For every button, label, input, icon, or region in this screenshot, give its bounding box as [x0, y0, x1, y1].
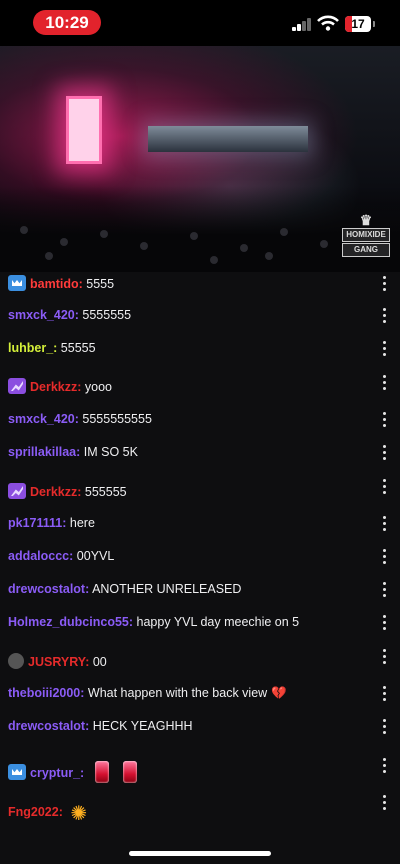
chat-username[interactable]: Derkkzz: [30, 485, 81, 499]
chat-username[interactable]: bamtido: [30, 277, 83, 291]
more-options-icon[interactable] [382, 548, 386, 564]
more-options-icon[interactable] [382, 794, 386, 810]
status-bar: 10:29 17 [0, 0, 400, 46]
chat-username[interactable]: smxck_420: [8, 412, 79, 426]
more-options-icon[interactable] [382, 757, 386, 773]
chat-username[interactable]: drewcostalot: [8, 719, 89, 733]
crown-badge-icon [8, 275, 26, 291]
more-options-icon[interactable] [382, 515, 386, 531]
more-options-icon[interactable] [382, 307, 386, 323]
chat-username[interactable]: pk171111: [8, 516, 66, 530]
chat-message: addaloccc: 00YVL [8, 548, 368, 564]
watermark-line-2: GANG [342, 243, 390, 257]
stage-screen [66, 96, 102, 164]
more-options-icon[interactable] [382, 411, 386, 427]
chat-message: Fng2022: ✺ [8, 803, 368, 825]
chat-username[interactable]: Holmez_dubcinco55: [8, 615, 133, 629]
chat-text: 55555 [60, 341, 96, 355]
battery-icon: 17 [345, 16, 375, 32]
cellular-signal-icon [292, 17, 314, 31]
channel-watermark-logo: ♛ HOMIXIDE GANG [342, 213, 390, 267]
chat-username[interactable]: Derkkzz: [30, 380, 81, 394]
crowd [0, 186, 400, 272]
clock: 10:29 [33, 10, 101, 35]
battery-level: 17 [351, 17, 365, 31]
chat-username[interactable]: Fng2022: [8, 805, 63, 819]
chat-text: yooo [84, 380, 113, 394]
more-options-icon[interactable] [382, 718, 386, 734]
chat-text: happy YVL day meechie on 5 [136, 615, 300, 629]
chat-message: JUSRYRY: 00 [8, 653, 368, 670]
more-options-icon[interactable] [382, 478, 386, 494]
chat-username[interactable]: sprillakillaa: [8, 445, 80, 459]
prime-badge-icon [8, 483, 26, 499]
chat-text: 00 [92, 655, 107, 669]
bottle-emote-icon [122, 761, 137, 783]
chat-list[interactable]: bamtido: 5555 smxck_420: 5555555 luhber_… [0, 272, 400, 844]
chat-message: theboiii2000: What happen with the back … [8, 685, 368, 701]
chat-text: What happen with the back view [87, 686, 268, 700]
chat-text: 00YVL [76, 549, 115, 563]
chat-username[interactable]: drewcostalot: [8, 582, 89, 596]
chat-username[interactable]: addaloccc: [8, 549, 73, 563]
chat-text: here [69, 516, 95, 530]
chat-text: 5555555 [82, 308, 132, 322]
video-player[interactable]: ♛ HOMIXIDE GANG [0, 46, 400, 272]
chat-message: drewcostalot: ANOTHER UNRELEASED [8, 581, 368, 597]
chat-text: IM SO 5K [83, 445, 138, 459]
chat-message: Holmez_dubcinco55: happy YVL day meechie… [8, 614, 368, 630]
more-options-icon[interactable] [382, 685, 386, 701]
more-options-icon[interactable] [382, 444, 386, 460]
chat-message: cryptur_: [8, 761, 368, 783]
watermark-line-1: HOMIXIDE [342, 228, 390, 242]
bottle-emote-icon [94, 761, 109, 783]
avatar-badge-icon [8, 653, 24, 669]
chat-text: ANOTHER UNRELEASED [92, 582, 242, 596]
more-options-icon[interactable] [382, 340, 386, 356]
chat-message: drewcostalot: HECK YEAGHHH [8, 718, 368, 734]
more-options-icon[interactable] [382, 614, 386, 630]
crown-icon: ♛ [359, 212, 373, 228]
chat-username[interactable]: cryptur_: [30, 766, 84, 780]
chat-message: Derkkzz: yooo [8, 378, 368, 395]
wifi-icon [317, 15, 339, 31]
more-options-icon[interactable] [382, 581, 386, 597]
chat-text: 555555 [84, 485, 127, 499]
chat-message: smxck_420: 5555555555 [8, 411, 368, 427]
stage [148, 126, 308, 152]
chat-text: HECK YEAGHHH [92, 719, 193, 733]
more-options-icon[interactable] [382, 648, 386, 664]
prime-badge-icon [8, 378, 26, 394]
chat-username[interactable]: JUSRYRY: [28, 655, 89, 669]
chat-message: pk171111: here [8, 515, 368, 531]
home-indicator[interactable] [129, 851, 271, 856]
chat-message: luhber_: 55555 [8, 340, 368, 356]
chat-username[interactable]: smxck_420: [8, 308, 79, 322]
chat-username[interactable]: theboiii2000: [8, 686, 84, 700]
chat-message: smxck_420: 5555555 [8, 307, 368, 323]
more-options-icon[interactable] [382, 275, 386, 291]
broken-heart-emoji-icon: 💔 [271, 686, 287, 700]
chat-text: 5555 [86, 277, 115, 291]
chat-message: bamtido: 5555 [8, 275, 368, 292]
star-emote-icon: ✺ [70, 803, 88, 825]
more-options-icon[interactable] [382, 374, 386, 390]
chat-message: Derkkzz: 555555 [8, 483, 368, 500]
chat-message: sprillakillaa: IM SO 5K [8, 444, 368, 460]
chat-text: 5555555555 [82, 412, 152, 426]
chat-username[interactable]: luhber_: [8, 341, 57, 355]
crown-badge-icon [8, 764, 26, 780]
